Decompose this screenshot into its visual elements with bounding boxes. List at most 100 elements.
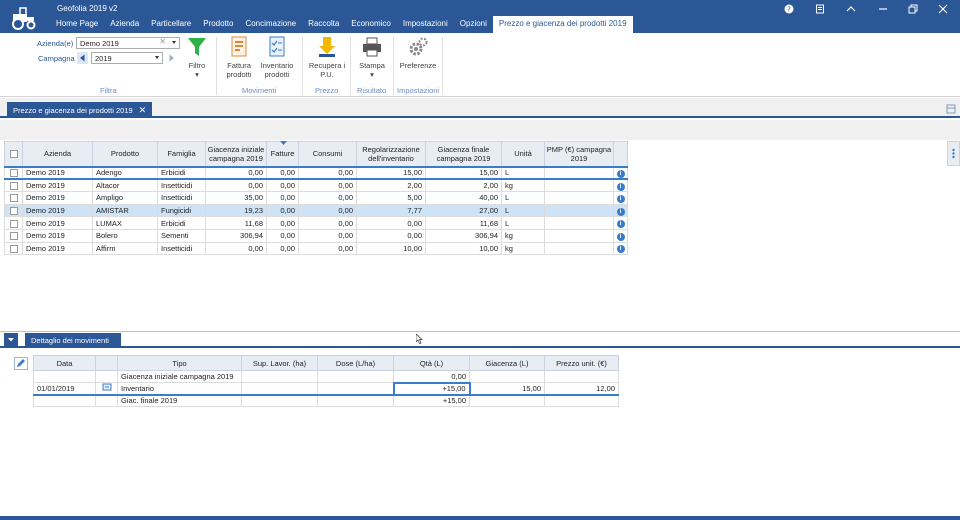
movement-cell[interactable]: [469, 370, 545, 383]
grid-cell[interactable]: Demo 2019: [22, 203, 93, 218]
grid-cell[interactable]: Demo 2019: [22, 228, 93, 243]
grid-cell[interactable]: Sementi: [157, 228, 206, 243]
grid-cell[interactable]: LUMAX: [92, 216, 158, 230]
minimize-icon[interactable]: [876, 3, 890, 15]
movement-cell[interactable]: 01/01/2019: [33, 382, 96, 396]
checkbox-icon[interactable]: [9, 207, 18, 216]
azienda-combo[interactable]: Demo 2019 ✕: [76, 37, 180, 49]
movement-cell[interactable]: 15,00: [469, 382, 545, 396]
grid-cell[interactable]: 0,00: [266, 228, 299, 243]
menu-active-tab[interactable]: Prezzo e giacenza dei prodotti 2019: [492, 16, 633, 33]
table-row[interactable]: Demo 2019 Adengo Erbicidi 0,00 0,00 0,00 15,00…: [4, 165, 628, 181]
movement-cell[interactable]: [95, 394, 118, 407]
grid-cell[interactable]: kg: [501, 241, 545, 256]
grid-cell[interactable]: AMISTAR: [92, 203, 158, 218]
document-link-icon[interactable]: [102, 383, 112, 391]
grid-cell[interactable]: Ampligo: [92, 191, 158, 205]
row-info[interactable]: i: [613, 228, 628, 243]
grid-cell[interactable]: 0,00: [266, 178, 299, 193]
movement-cell[interactable]: [33, 370, 96, 383]
tab-list-icon[interactable]: [946, 104, 956, 114]
row-checkbox[interactable]: [4, 165, 23, 181]
grid-cell[interactable]: 306,94: [425, 228, 502, 243]
campagna-combo[interactable]: 2019: [91, 52, 163, 64]
movement-cell[interactable]: +15,00: [393, 394, 470, 407]
row-info[interactable]: i: [613, 178, 628, 193]
next-campaign-button[interactable]: [166, 52, 177, 64]
col-pmp[interactable]: PMP (€) campagna 2019: [544, 141, 614, 167]
grid-cell[interactable]: 0,00: [356, 228, 426, 243]
movement-cell[interactable]: [469, 394, 545, 407]
grid-cell[interactable]: 5,00: [356, 191, 426, 205]
grid-cell[interactable]: 0,00: [298, 228, 357, 243]
help-icon[interactable]: ?: [782, 3, 796, 15]
col-unita[interactable]: Unità: [501, 141, 545, 167]
menu-opzioni[interactable]: Opzioni: [454, 16, 493, 33]
col-azienda[interactable]: Azienda: [22, 141, 93, 167]
chevron-down-icon[interactable]: [172, 41, 176, 44]
grid-cell[interactable]: 0,00: [298, 203, 357, 218]
row-checkbox[interactable]: [4, 241, 23, 256]
grid-cell[interactable]: Fungicidi: [157, 203, 206, 218]
grid-cell[interactable]: 15,00: [425, 165, 502, 181]
collapse-detail-button[interactable]: [4, 333, 18, 346]
movement-cell[interactable]: Giac. finale 2019: [117, 394, 242, 407]
grid-cell[interactable]: 0,00: [266, 241, 299, 256]
row-info[interactable]: i: [613, 241, 628, 256]
grid-cell[interactable]: [544, 241, 614, 256]
info-icon[interactable]: i: [616, 245, 625, 254]
movement-cell[interactable]: [544, 370, 619, 383]
inventario-prodotti-button[interactable]: Inventario prodotti: [258, 36, 296, 79]
menu-home-page[interactable]: Home Page: [50, 16, 104, 33]
grid-cell[interactable]: 0,00: [266, 203, 299, 218]
grid-cell[interactable]: 7,77: [356, 203, 426, 218]
menu-concimazione[interactable]: Concimazione: [239, 16, 302, 33]
info-icon[interactable]: i: [616, 232, 625, 241]
grid-cell[interactable]: Insetticidi: [157, 241, 206, 256]
grid-cell[interactable]: 19,23: [205, 203, 267, 218]
checkbox-icon[interactable]: [9, 182, 18, 191]
col-regolarizzazione[interactable]: Regolarizzazione dell'inventario: [356, 141, 426, 167]
fattura-prodotti-button[interactable]: Fattura prodotti: [220, 36, 258, 79]
grid-cell[interactable]: Demo 2019: [22, 165, 93, 181]
chevron-down-icon[interactable]: [155, 56, 159, 59]
col-tipo[interactable]: Tipo: [117, 355, 242, 371]
checkbox-icon[interactable]: [9, 219, 18, 228]
grid-cell[interactable]: 15,00: [356, 165, 426, 181]
checkbox-icon[interactable]: [9, 150, 18, 159]
row-info[interactable]: i: [613, 165, 628, 181]
grid-cell[interactable]: 35,00: [205, 191, 267, 205]
row-checkbox[interactable]: [4, 216, 23, 230]
tractor-logo-icon[interactable]: [11, 4, 37, 30]
grid-cell[interactable]: 0,00: [266, 165, 299, 181]
edit-movement-button[interactable]: [14, 357, 28, 370]
col-prezzo-unit[interactable]: Prezzo unit. (€): [544, 355, 619, 371]
grid-cell[interactable]: [544, 178, 614, 193]
col-prodotto[interactable]: Prodotto: [92, 141, 158, 167]
grid-cell[interactable]: Adengo: [92, 165, 158, 181]
info-icon[interactable]: i: [616, 169, 625, 178]
grid-cell[interactable]: Demo 2019: [22, 216, 93, 230]
menu-azienda[interactable]: Azienda: [104, 16, 145, 33]
col-data[interactable]: Data: [33, 355, 96, 371]
grid-cell[interactable]: 0,00: [298, 178, 357, 193]
menu-prodotto[interactable]: Prodotto: [197, 16, 239, 33]
col-giacenza-iniziale[interactable]: Giacenza iniziale campagna 2019: [205, 141, 267, 167]
notes-icon[interactable]: [813, 3, 827, 15]
grid-cell[interactable]: kg: [501, 178, 545, 193]
document-tab[interactable]: Prezzo e giacenza dei prodotti 2019 ✕: [7, 102, 153, 118]
grid-cell[interactable]: 27,00: [425, 203, 502, 218]
grid-cell[interactable]: Demo 2019: [22, 241, 93, 256]
restore-icon[interactable]: [906, 3, 920, 15]
table-row[interactable]: Demo 2019 Bolero Sementi 306,94 0,00 0,00 0,00…: [4, 228, 628, 243]
movement-cell[interactable]: [33, 394, 96, 407]
checkbox-icon[interactable]: [9, 232, 18, 241]
menu-economico[interactable]: Economico: [345, 16, 397, 33]
grid-cell[interactable]: kg: [501, 228, 545, 243]
row-checkbox[interactable]: [4, 228, 23, 243]
grid-cell[interactable]: [544, 191, 614, 205]
select-all-checkbox[interactable]: [4, 141, 23, 167]
col-consumi[interactable]: Consumi: [298, 141, 357, 167]
movement-cell[interactable]: [95, 370, 118, 383]
grid-cell[interactable]: 10,00: [425, 241, 502, 256]
